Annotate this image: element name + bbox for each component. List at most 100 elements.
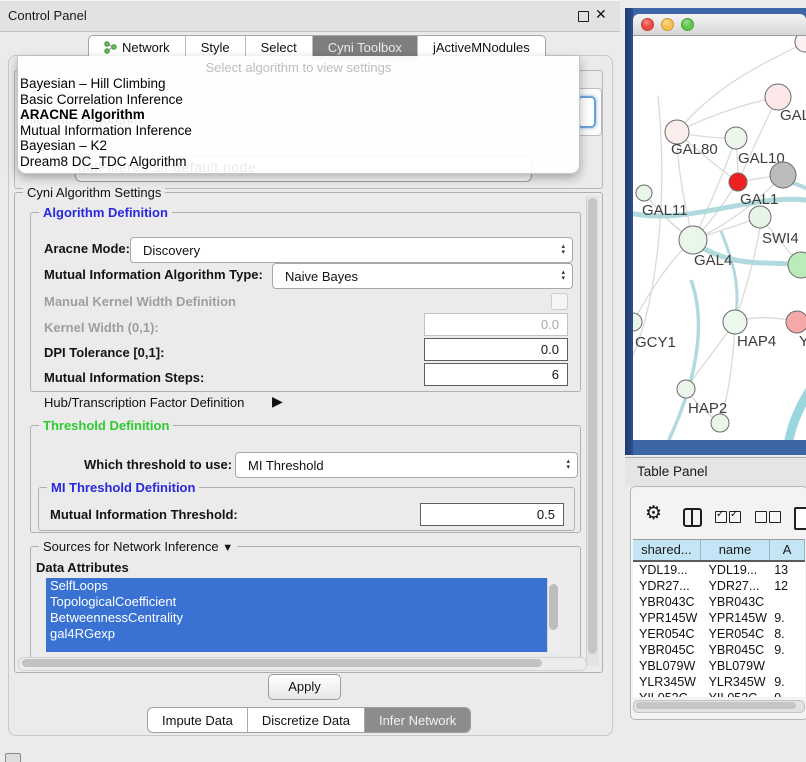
aracne-mode-select[interactable]: Discovery ▴▾ (130, 237, 573, 263)
attribute-item[interactable] (46, 642, 559, 652)
spinner-icon: ▴▾ (566, 459, 577, 471)
node-label: GAL (780, 107, 806, 124)
network-canvas[interactable]: GALGAL80GAL10GAL1GAL11SWI4GAL4GCY1HAP4YH… (633, 36, 806, 440)
table-cell: YIL052C (633, 690, 701, 697)
table-cell: YBR043C (633, 594, 701, 610)
table-row[interactable]: YBL079WYBL079W (633, 658, 805, 674)
node-label: GAL4 (694, 252, 732, 269)
column-header-3[interactable]: A (770, 540, 805, 560)
bottom-tab-infer-network[interactable]: Infer Network (364, 708, 470, 732)
mi-threshold-input[interactable] (420, 503, 564, 526)
dropdown-item[interactable]: Bayesian – K2 (18, 138, 579, 154)
table-cell: YLR345W (701, 674, 771, 690)
table-row[interactable]: YPR145WYPR145W9. (633, 610, 805, 626)
algorithm-dropdown-popup: Select algorithm to view settings Bayesi… (17, 56, 580, 174)
table-panel: ⚙ shared...nameA YDL19...YDL19...13YDR27… (630, 486, 806, 720)
table-panel-titlebar: Table Panel (625, 457, 806, 486)
unchecked-checkbox-icon[interactable] (769, 511, 781, 523)
network-node-swi4[interactable] (749, 206, 771, 228)
dropdown-item[interactable]: Mutual Information Inference (18, 123, 579, 139)
minimize-window-button-icon[interactable] (661, 18, 674, 31)
kernel-width-input[interactable] (424, 313, 568, 336)
network-node-gal1[interactable] (729, 173, 747, 191)
table-horizontal-scrollbar[interactable] (633, 700, 805, 713)
network-node-hap4[interactable] (723, 310, 747, 334)
table-cell: 9. (770, 610, 805, 626)
dropdown-item[interactable]: ARACNE Algorithm (18, 107, 579, 123)
network-node-y[interactable] (786, 311, 806, 333)
threshold-definition-title: Threshold Definition (39, 418, 173, 433)
attributes-scrollbar[interactable] (547, 578, 560, 652)
network-node-gal10[interactable] (725, 127, 747, 149)
cytopanel-corner-icon[interactable] (5, 753, 21, 762)
mi-threshold-group-title: MI Threshold Definition (47, 480, 199, 495)
table-cell: YBL079W (701, 658, 771, 674)
attribute-item[interactable]: gal4RGexp (46, 626, 559, 642)
settings-horizontal-scrollbar[interactable] (18, 657, 587, 671)
network-node-gal4[interactable] (679, 226, 707, 254)
attribute-item[interactable]: TopologicalCoefficient (46, 594, 559, 610)
mi-type-label: Mutual Information Algorithm Type: (44, 267, 263, 282)
table-cell: 13 (770, 562, 805, 578)
gear-icon[interactable]: ⚙ (645, 504, 662, 523)
zoom-window-button-icon[interactable] (681, 18, 694, 31)
split-columns-icon[interactable] (683, 508, 702, 527)
table-row[interactable]: YBR045CYBR045C9. (633, 642, 805, 658)
checked-checkbox-icon[interactable] (715, 511, 727, 523)
node-label: GAL80 (671, 141, 718, 158)
network-node-hap2[interactable] (677, 380, 695, 398)
expand-arrow-icon[interactable]: ▶ (272, 393, 283, 410)
table-row[interactable]: YIL052CYIL052C9 (633, 690, 805, 697)
bottom-tab-impute-data[interactable]: Impute Data (148, 708, 247, 732)
table-row[interactable]: YLR345WYLR345W9. (633, 674, 805, 690)
unchecked-checkbox-icon[interactable] (755, 511, 767, 523)
collapse-arrow-icon[interactable]: ▼ (222, 542, 233, 554)
table-cell: YPR145W (701, 610, 771, 626)
dpi-tolerance-input[interactable] (424, 338, 568, 361)
column-header-1[interactable]: shared... (633, 540, 701, 560)
dropdown-item[interactable]: Bayesian – Hill Climbing (18, 76, 579, 92)
attribute-item[interactable]: BetweennessCentrality (46, 610, 559, 626)
attribute-item[interactable]: SelfLoops (46, 578, 559, 594)
table-row[interactable]: YBR043CYBR043C (633, 594, 805, 610)
which-threshold-select[interactable]: MI Threshold ▴▾ (235, 452, 578, 478)
table-cell: 12 (770, 578, 805, 594)
settings-vertical-scrollbar[interactable] (586, 196, 599, 666)
table-cell: YLR345W (633, 674, 701, 690)
network-node[interactable] (770, 162, 796, 188)
network-window: GALGAL80GAL10GAL1GAL11SWI4GAL4GCY1HAP4YH… (625, 8, 806, 455)
bottom-tab-discretize-data[interactable]: Discretize Data (247, 708, 364, 732)
network-node[interactable] (788, 252, 806, 278)
dropdown-item[interactable]: Dream8 DC_TDC Algorithm (18, 154, 579, 170)
column-header-2[interactable]: name (701, 540, 770, 560)
table-row[interactable]: YDR27...YDR27...12 (633, 578, 805, 594)
apply-button[interactable]: Apply (268, 674, 341, 700)
table-cell: YBR043C (701, 594, 771, 610)
network-node-gcy1[interactable] (633, 313, 642, 331)
network-node[interactable] (795, 36, 806, 52)
table-cell: 8. (770, 626, 805, 642)
close-icon[interactable]: ✕ (595, 6, 607, 23)
bottom-tabs: Impute DataDiscretize DataInfer Network (147, 707, 471, 733)
manual-kernel-checkbox[interactable] (551, 293, 568, 310)
table-row[interactable]: YDL19...YDL19...13 (633, 562, 805, 578)
node-label: HAP4 (737, 333, 776, 350)
mi-type-select[interactable]: Naive Bayes ▴▾ (272, 263, 573, 289)
network-window-titlebar[interactable] (633, 14, 806, 36)
checked-checkbox-icon[interactable] (729, 511, 741, 523)
mi-steps-input[interactable] (424, 363, 568, 386)
table-row[interactable]: YER054CYER054C8. (633, 626, 805, 642)
document-icon[interactable] (794, 507, 806, 530)
control-panel-titlebar: Control Panel ✕ (0, 0, 620, 32)
which-threshold-label: Which threshold to use: (84, 457, 232, 472)
dropdown-item[interactable]: Basic Correlation Inference (18, 92, 579, 108)
network-node[interactable] (711, 414, 729, 432)
dpi-tolerance-label: DPI Tolerance [0,1]: (44, 345, 164, 360)
network-node-gal11[interactable] (636, 185, 652, 201)
data-attributes-list[interactable]: SelfLoopsTopologicalCoefficientBetweenne… (46, 578, 559, 652)
spinner-icon: ▴▾ (561, 244, 572, 256)
close-window-button-icon[interactable] (641, 18, 654, 31)
float-panel-icon[interactable] (578, 11, 589, 22)
table-cell: YDR27... (633, 578, 701, 594)
hub-definition-label[interactable]: Hub/Transcription Factor Definition (44, 395, 244, 410)
